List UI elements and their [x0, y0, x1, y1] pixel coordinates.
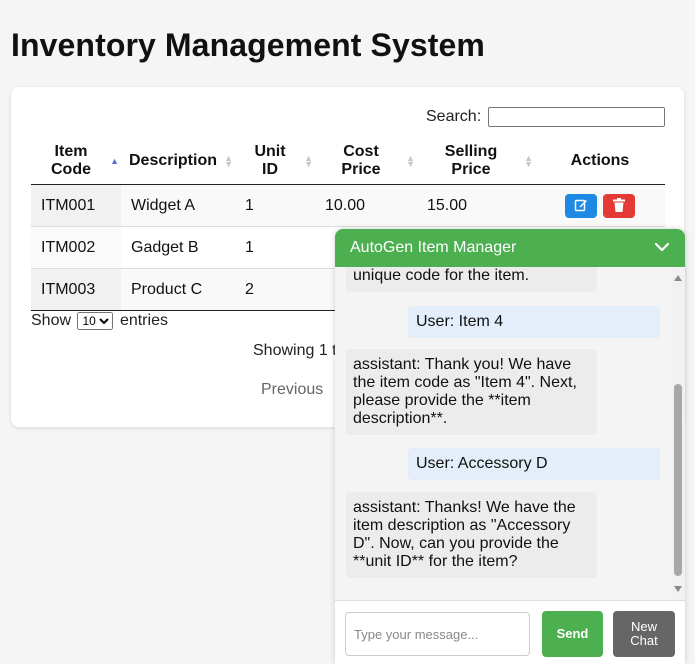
- chat-message-assistant: assistant: Thank you! We have the item c…: [346, 349, 597, 435]
- column-header-selling-price[interactable]: Selling Price ▲ ▼: [417, 137, 535, 185]
- page-title: Inventory Management System: [11, 27, 485, 63]
- cell-unit-id: 1: [235, 184, 315, 227]
- scroll-up-arrow-icon[interactable]: [674, 275, 682, 281]
- delete-button[interactable]: [603, 193, 635, 218]
- scroll-down-arrow-icon[interactable]: [674, 586, 682, 592]
- table-info: Showing 1 t: [253, 342, 337, 359]
- chat-scrollbar[interactable]: [671, 267, 685, 600]
- cell-actions: [535, 184, 665, 227]
- cell-cost-price: 10.00: [315, 184, 417, 227]
- entries-length-control: Show 10 entries: [31, 312, 168, 330]
- cell-description: Gadget B: [121, 226, 235, 269]
- sort-arrows-icon: ▲ ▼: [224, 152, 233, 169]
- column-header-actions: Actions: [535, 137, 665, 185]
- sort-ascending-icon: ▲: [110, 155, 119, 166]
- chat-title: AutoGen Item Manager: [350, 239, 517, 256]
- search-input[interactable]: [488, 107, 665, 127]
- chat-widget: AutoGen Item Manager unique code for the…: [335, 229, 685, 664]
- cell-description: Widget A: [121, 184, 235, 227]
- chat-messages: unique code for the item. User: Item 4 a…: [335, 267, 685, 600]
- previous-page-button[interactable]: Previous: [261, 381, 323, 399]
- chat-message-assistant: unique code for the item.: [346, 267, 597, 292]
- chat-message-user: User: Accessory D: [408, 448, 660, 480]
- column-header-unit-id[interactable]: Unit ID ▲ ▼: [235, 137, 315, 185]
- cell-item-code: ITM002: [31, 226, 121, 269]
- search-label: Search:: [426, 108, 482, 125]
- scrollbar-thumb[interactable]: [674, 384, 682, 576]
- cell-description: Product C: [121, 268, 235, 311]
- column-header-cost-price[interactable]: Cost Price ▲ ▼: [315, 137, 417, 185]
- chat-message-input[interactable]: [345, 612, 530, 656]
- cell-unit-id: 2: [235, 268, 315, 311]
- chat-message-user: User: Item 4: [408, 306, 660, 338]
- cell-item-code: ITM001: [31, 184, 121, 227]
- sort-arrows-icon: ▲ ▼: [304, 152, 313, 169]
- send-button[interactable]: Send: [542, 611, 603, 657]
- sort-arrows-icon: ▲ ▼: [406, 152, 415, 169]
- cell-item-code: ITM003: [31, 268, 121, 311]
- entries-select[interactable]: 10: [77, 312, 114, 330]
- chat-message-assistant: assistant: Thanks! We have the item desc…: [346, 492, 597, 578]
- chat-footer: Send New Chat: [335, 600, 685, 664]
- new-chat-button[interactable]: New Chat: [613, 611, 675, 657]
- chat-header[interactable]: AutoGen Item Manager: [335, 229, 685, 267]
- chevron-down-icon[interactable]: [653, 229, 671, 267]
- edit-icon: [574, 199, 587, 211]
- cell-unit-id: 1: [235, 226, 315, 269]
- column-header-item-code[interactable]: Item Code ▲: [31, 137, 121, 185]
- table-header-row: Item Code ▲ Description ▲ ▼ Unit ID ▲ ▼ Co…: [31, 137, 665, 185]
- sort-arrows-icon: ▲ ▼: [524, 152, 533, 169]
- column-header-description[interactable]: Description ▲ ▼: [121, 137, 235, 185]
- trash-icon: [613, 197, 625, 212]
- table-row: ITM001 Widget A 1 10.00 15.00: [31, 184, 665, 227]
- cell-selling-price: 15.00: [417, 184, 535, 227]
- edit-button[interactable]: [565, 193, 597, 218]
